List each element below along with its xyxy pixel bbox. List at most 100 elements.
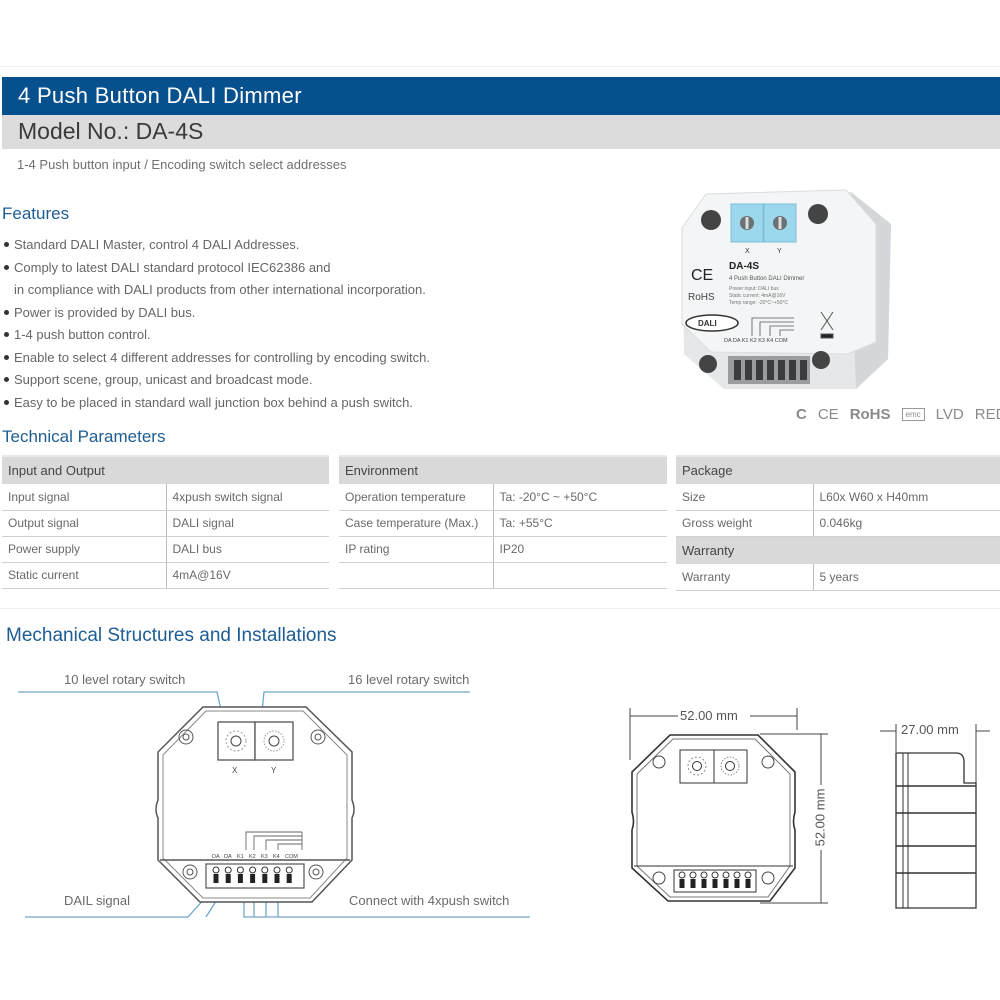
feature-item: Standard DALI Master, control 4 DALI Add… bbox=[4, 236, 430, 259]
label-dali-signal: DAIL signal bbox=[64, 893, 130, 908]
table-row: Input signal 4xpush switch signal bbox=[2, 484, 329, 511]
bullet-icon bbox=[4, 399, 9, 405]
feature-text: Power is provided by DALI bus. bbox=[14, 304, 196, 320]
label-push-switch: Connect with 4xpush switch bbox=[349, 893, 510, 908]
table-header: Package bbox=[676, 455, 1000, 484]
param-name: IP rating bbox=[339, 536, 494, 563]
package-table: Package Size L60x W60 x H40mm Gross weight… bbox=[676, 455, 1000, 591]
model-number: Model No.: DA-4S bbox=[18, 118, 204, 144]
label-16-level-switch: 16 level rotary switch bbox=[348, 672, 470, 687]
param-value: IP20 bbox=[493, 536, 667, 563]
param-value: DALI signal bbox=[166, 510, 329, 537]
table-header: Environment bbox=[339, 455, 667, 484]
svg-text:DA DA K1 K2 K3 K4 COM: DA DA K1 K2 K3 K4 COM bbox=[724, 338, 788, 344]
param-value: 4xpush switch signal bbox=[166, 484, 329, 511]
terminal-label: K1 bbox=[237, 854, 244, 860]
rohs-mark: RoHS bbox=[849, 406, 891, 423]
terminal-pin bbox=[734, 879, 740, 888]
table-row: Static current 4mA@16V bbox=[2, 562, 329, 589]
feature-text: 1-4 push button control. bbox=[14, 327, 151, 342]
terminal-label: K4 bbox=[273, 854, 280, 860]
terminal-pin bbox=[225, 874, 231, 883]
label-10-level-switch: 10 level rotary switch bbox=[64, 672, 186, 687]
svg-text:CE: CE bbox=[691, 267, 713, 284]
feature-item: Easy to be placed in standard wall junct… bbox=[4, 394, 430, 417]
terminal-pin bbox=[679, 879, 685, 888]
svg-text:Temp range: -20°C~+50°C: Temp range: -20°C~+50°C bbox=[729, 300, 788, 306]
param-value: DALI bus bbox=[166, 536, 329, 563]
top-divider bbox=[0, 66, 1000, 67]
page-title: 4 Push Button DALI Dimmer bbox=[18, 83, 302, 108]
emc-mark: emc bbox=[901, 408, 925, 421]
table-row: Operation temperature Ta: -20°C ~ +50°C bbox=[339, 484, 667, 511]
param-name: Power supply bbox=[2, 536, 167, 563]
product-photo: X Y CE RoHS DA-4S 4 Push Button DALI Dim… bbox=[681, 189, 891, 389]
switch-y-label: Y bbox=[271, 766, 277, 775]
param-name: Operation temperature bbox=[339, 484, 494, 511]
subtitle: 1-4 Push button input / Encoding switch … bbox=[17, 157, 347, 172]
red-mark: RED bbox=[974, 406, 1000, 423]
param-name bbox=[339, 562, 494, 589]
environment-table: Environment Operation temperature Ta: -20… bbox=[339, 455, 667, 589]
terminal-pin bbox=[250, 874, 256, 883]
param-name: Gross weight bbox=[676, 510, 814, 537]
table-row: Case temperature (Max.) Ta: +55°C bbox=[339, 510, 667, 537]
front-dimension-drawing bbox=[629, 708, 828, 904]
table-row: Warranty 5 years bbox=[676, 564, 1000, 591]
terminal-pin bbox=[237, 874, 243, 883]
param-value: Ta: +55°C bbox=[493, 510, 667, 537]
param-value: 4mA@16V bbox=[166, 562, 329, 589]
table-header: Warranty bbox=[676, 536, 1000, 564]
screw-hole-icon bbox=[701, 210, 721, 230]
param-value: 5 years bbox=[813, 564, 1000, 591]
feature-item: Enable to select 4 different addresses f… bbox=[4, 349, 430, 372]
param-name: Warranty bbox=[676, 564, 814, 591]
terminal-label: DA bbox=[224, 854, 232, 860]
feature-item: Support scene, group, unicast and broadc… bbox=[4, 371, 430, 394]
table-row: Size L60x W60 x H40mm bbox=[676, 484, 1000, 511]
feature-text: Support scene, group, unicast and broadc… bbox=[14, 372, 313, 387]
bullet-icon bbox=[4, 332, 9, 337]
param-name: Static current bbox=[2, 562, 167, 589]
svg-text:4 Push Button DALI Dimmer: 4 Push Button DALI Dimmer bbox=[729, 276, 804, 282]
table-row bbox=[339, 562, 667, 589]
feature-text: Enable to select 4 different addresses f… bbox=[14, 349, 430, 365]
terminal-pin bbox=[723, 879, 729, 888]
svg-text:DA-4S: DA-4S bbox=[729, 261, 759, 272]
installation-diagram: X Y DA DA K1 K2 K3 K4 COM bbox=[18, 691, 530, 918]
terminal-label: COM bbox=[285, 854, 298, 860]
title-bar: 4 Push Button DALI Dimmer bbox=[2, 77, 1000, 115]
svg-text:DALI: DALI bbox=[698, 319, 717, 328]
terminal-pin bbox=[274, 874, 280, 883]
feature-text: in compliance with DALI products from ot… bbox=[14, 282, 426, 297]
terminal-label: DA bbox=[212, 854, 220, 860]
width-dimension: 52.00 mm bbox=[678, 708, 740, 723]
rotary-switch-x bbox=[217, 721, 256, 761]
height-dimension: 52.00 mm bbox=[812, 786, 828, 849]
table-row: Power supply DALI bus bbox=[2, 536, 329, 563]
feature-text: Standard DALI Master, control 4 DALI Add… bbox=[14, 237, 300, 252]
bullet-icon bbox=[4, 242, 9, 247]
certification-logos: C CE RoHS emc LVD RED bbox=[796, 406, 1000, 423]
svg-text:Y: Y bbox=[777, 248, 782, 255]
feature-item: in compliance with DALI products from ot… bbox=[4, 281, 430, 304]
table-header: Input and Output bbox=[2, 455, 329, 484]
param-name: Output signal bbox=[2, 510, 167, 537]
ce-mark: CE bbox=[817, 406, 839, 423]
features-heading: Features bbox=[2, 204, 70, 223]
table-row: Output signal DALI signal bbox=[2, 510, 329, 537]
section-divider bbox=[0, 608, 1000, 609]
table-row: IP rating IP20 bbox=[339, 536, 667, 563]
bullet-icon bbox=[4, 377, 9, 382]
feature-item: Power is provided by DALI bus. bbox=[4, 304, 430, 327]
feature-item: Comply to latest DALI standard protocol … bbox=[4, 259, 430, 282]
terminal-pin bbox=[286, 874, 292, 883]
svg-text:Static current: 4mA@16V: Static current: 4mA@16V bbox=[729, 293, 786, 299]
terminal-pin bbox=[262, 874, 268, 883]
terminal-pin bbox=[690, 879, 696, 888]
technical-parameters-heading: Technical Parameters bbox=[2, 427, 166, 446]
feature-text: Comply to latest DALI standard protocol … bbox=[14, 259, 331, 275]
bullet-icon bbox=[4, 309, 9, 315]
param-value: 0.046kg bbox=[813, 510, 1000, 537]
bullet-icon bbox=[4, 264, 9, 270]
